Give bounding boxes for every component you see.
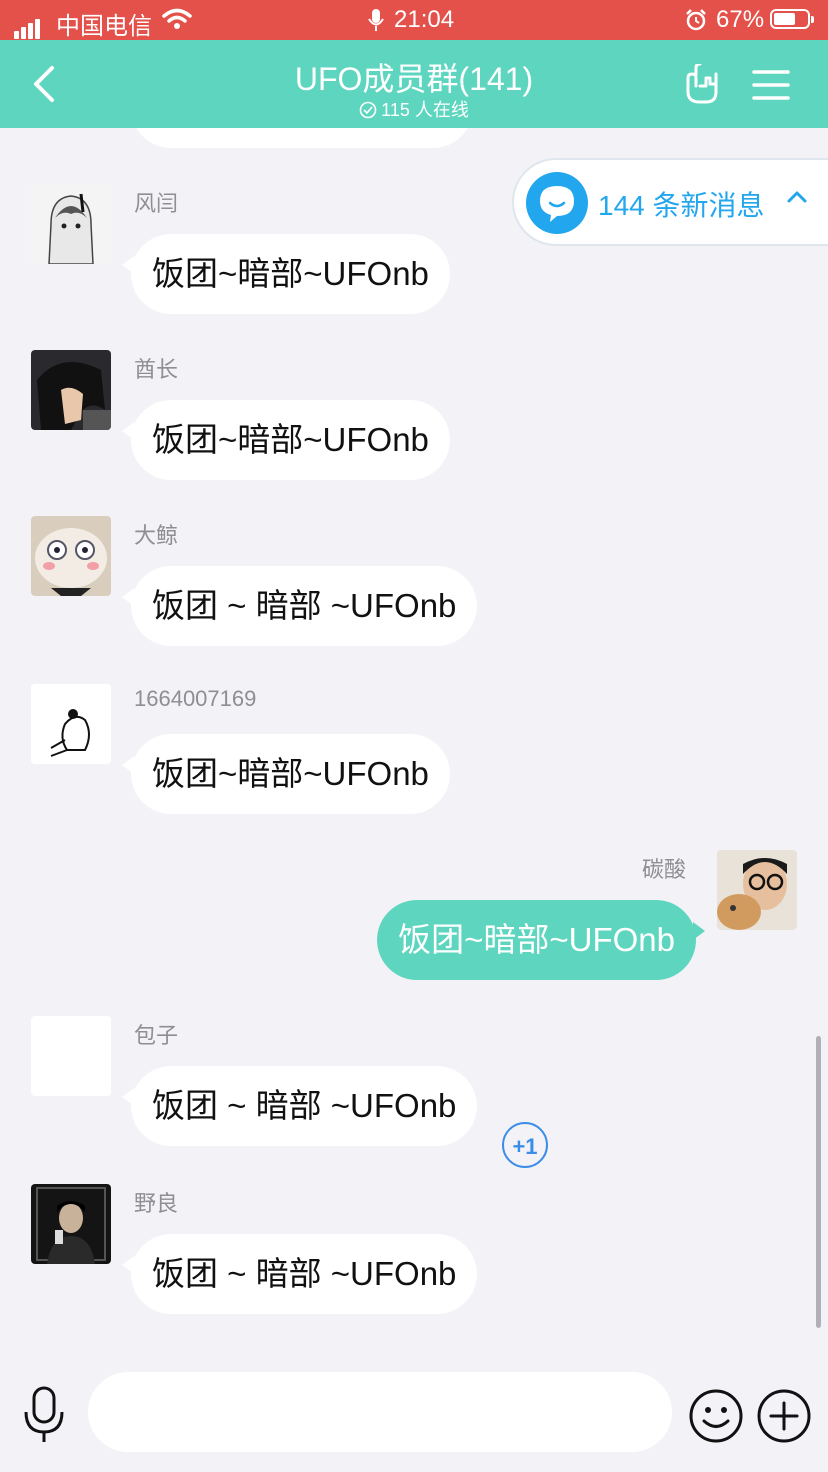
message-input[interactable]: [88, 1372, 672, 1452]
plus-one-button[interactable]: +1: [502, 1122, 548, 1168]
rock-hand-button[interactable]: [680, 64, 722, 106]
message-bubble-outgoing[interactable]: 饭团~暗部~UFOnb: [377, 900, 705, 980]
microphone-status-icon: [368, 8, 384, 32]
message-bubble[interactable]: 饭团~暗部~UFOnb: [122, 400, 450, 480]
sender-name: 包子: [134, 1023, 179, 1048]
new-messages-banner[interactable]: 144 条新消息: [512, 158, 828, 246]
message-bubble[interactable]: 饭团 ~ 暗部 ~UFOnb: [121, 1234, 478, 1314]
avatar[interactable]: [31, 350, 111, 430]
clock-label: 21:04: [394, 6, 455, 33]
sender-name: 碳酸: [641, 857, 686, 882]
sender-name: 1664007169: [134, 686, 257, 711]
online-count-label: 115 人在线: [381, 100, 469, 120]
menu-button[interactable]: [750, 64, 792, 106]
message-list[interactable]: 风闫 饭团~暗部~UFOnb 酋长 饭团~暗部~UFOnb 大鲸 饭团 ~ 暗部…: [0, 128, 828, 1348]
signal-icon: [14, 11, 42, 39]
chevron-up-icon: [786, 190, 808, 204]
avatar[interactable]: [31, 684, 111, 764]
more-button[interactable]: [756, 1388, 812, 1444]
message-bubble[interactable]: 饭团~暗部~UFOnb: [122, 234, 450, 314]
plus-circle-icon: [757, 1389, 811, 1443]
avatar[interactable]: [717, 850, 797, 930]
status-bar: 中国电信 21:04 67%: [0, 0, 828, 40]
avatar[interactable]: [31, 1184, 111, 1264]
chat-bubble-icon: [526, 172, 588, 234]
carrier-label: 中国电信: [56, 13, 152, 40]
sender-name: 大鲸: [134, 523, 179, 548]
rock-hand-icon: [686, 64, 718, 104]
hamburger-menu-icon: [752, 70, 790, 100]
sender-name: 风闫: [134, 191, 179, 216]
battery-icon: [770, 9, 814, 29]
message-bubble[interactable]: 饭团 ~ 暗部 ~UFOnb: [121, 566, 478, 646]
wifi-icon: [162, 8, 192, 30]
message-bubble[interactable]: [131, 128, 473, 148]
message-bubble[interactable]: 饭团~暗部~UFOnb: [122, 734, 450, 814]
avatar[interactable]: [31, 516, 111, 596]
new-messages-label: 144 条新消息: [598, 190, 765, 221]
sender-name: 酋长: [134, 357, 179, 382]
microphone-icon: [24, 1386, 64, 1442]
check-circle-icon: [359, 101, 377, 119]
chat-header: UFO成员群(141) 115 人在线: [0, 40, 828, 128]
avatar[interactable]: [31, 184, 111, 264]
input-bar: [0, 1348, 828, 1472]
message-bubble[interactable]: 饭团 ~ 暗部 ~UFOnb: [121, 1066, 478, 1146]
emoji-button[interactable]: [688, 1388, 744, 1444]
battery-percent: 67%: [716, 6, 765, 33]
sender-name: 野良: [134, 1191, 179, 1216]
avatar[interactable]: [31, 1016, 111, 1096]
alarm-icon: [684, 8, 708, 32]
voice-button[interactable]: [18, 1384, 70, 1444]
scrollbar[interactable]: [816, 1036, 821, 1328]
smiley-icon: [689, 1389, 743, 1443]
